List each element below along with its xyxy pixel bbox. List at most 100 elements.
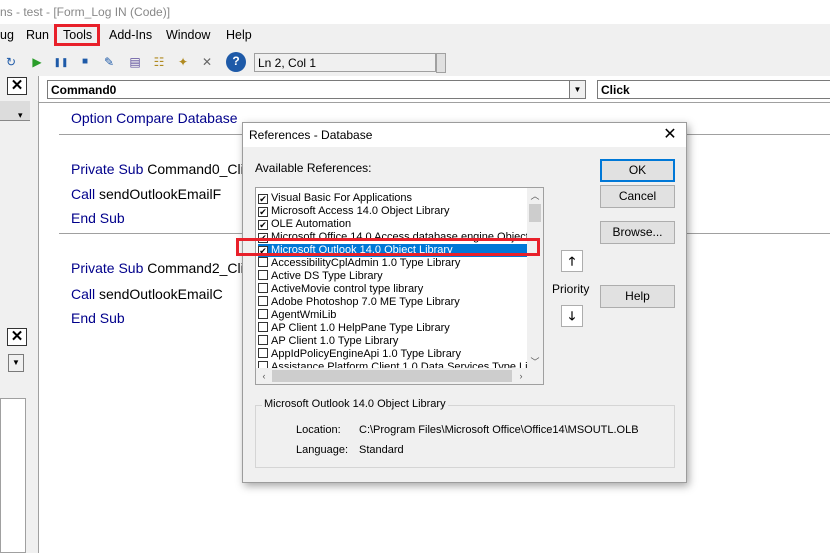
menu-help[interactable]: Help bbox=[226, 28, 252, 42]
code-line: End Sub bbox=[71, 310, 125, 326]
reference-item[interactable]: AP Client 1.0 HelpPane Type Library bbox=[258, 322, 528, 335]
reference-item[interactable]: ✔ Microsoft Access 14.0 Object Library bbox=[258, 205, 528, 218]
code-line: End Sub bbox=[71, 210, 125, 226]
menu-window[interactable]: Window bbox=[166, 28, 210, 42]
cancel-button[interactable]: Cancel bbox=[600, 185, 675, 208]
help-icon[interactable]: ? bbox=[226, 52, 246, 72]
checkbox-icon[interactable] bbox=[258, 348, 268, 358]
procedure-combo[interactable]: Click bbox=[597, 80, 830, 99]
window-title: ns - test - [Form_Log IN (Code)] bbox=[0, 0, 830, 24]
reference-item[interactable]: AccessibilityCplAdmin 1.0 Type Library bbox=[258, 257, 528, 270]
checkbox-checked-icon[interactable]: ✔ bbox=[258, 207, 268, 217]
chevron-down-icon[interactable]: ▼ bbox=[569, 81, 585, 98]
menu-add-ins-label: Add-Ins bbox=[109, 28, 153, 42]
references-dialog: References - Database ✕ Available Refere… bbox=[236, 122, 687, 483]
close-icon[interactable]: ✕ bbox=[7, 328, 27, 346]
checkbox-icon[interactable] bbox=[258, 283, 268, 293]
reference-label: AccessibilityCplAdmin 1.0 Type Library bbox=[271, 257, 461, 269]
references-list[interactable]: ✔ Visual Basic For Applications ✔ Microsoft… bbox=[255, 187, 544, 385]
scroll-down-icon[interactable]: ▾ bbox=[18, 110, 28, 120]
selected-reference-highlight-box bbox=[236, 238, 540, 256]
reference-label: ActiveMovie control type library bbox=[271, 283, 424, 295]
reference-label: AP Client 1.0 HelpPane Type Library bbox=[271, 322, 450, 334]
reference-item[interactable]: ✔ OLE Automation bbox=[258, 218, 528, 231]
project-explorer-icon[interactable]: ▤ bbox=[126, 53, 144, 71]
reference-label: Adobe Photoshop 7.0 ME Type Library bbox=[271, 296, 460, 308]
chevron-up-icon[interactable]: ︿ bbox=[527, 188, 543, 204]
horizontal-scrollbar[interactable]: ‹ › bbox=[256, 368, 529, 384]
reference-label: Active DS Type Library bbox=[271, 270, 383, 282]
available-references-label: Available References: bbox=[255, 161, 372, 175]
menu-window-label: Window bbox=[166, 28, 211, 42]
chevron-down-icon[interactable]: ▼ bbox=[8, 354, 24, 372]
dialog-title: References - Database bbox=[249, 128, 373, 142]
reference-label: OLE Automation bbox=[271, 218, 352, 230]
checkbox-icon[interactable] bbox=[258, 296, 268, 306]
code-line: Private Sub Command2_Click bbox=[71, 260, 258, 276]
priority-down-arrow-icon[interactable]: 🡓 bbox=[561, 305, 583, 327]
code-line: Call sendOutlookEmailC bbox=[71, 286, 223, 302]
scroll-thumb[interactable] bbox=[272, 370, 512, 382]
reference-label: Visual Basic For Applications bbox=[271, 192, 413, 204]
menu-run[interactable]: Run bbox=[26, 28, 49, 42]
menu-debug-label: ug bbox=[0, 28, 14, 42]
reference-item[interactable]: ActiveMovie control type library bbox=[258, 283, 528, 296]
reference-label: AP Client 1.0 Type Library bbox=[271, 335, 399, 347]
reference-label: Microsoft Access 14.0 Object Library bbox=[271, 205, 450, 217]
code-line: Private Sub Command0_Click bbox=[71, 161, 258, 177]
menu-debug[interactable]: ug bbox=[0, 28, 14, 42]
pause-icon[interactable]: ❚❚ bbox=[52, 53, 70, 71]
reference-label: AgentWmiLib bbox=[271, 309, 337, 321]
help-button[interactable]: Help bbox=[600, 285, 675, 308]
chevron-left-icon[interactable]: ‹ bbox=[256, 368, 272, 384]
menu-add-ins[interactable]: Add-Ins bbox=[109, 28, 152, 42]
reference-label: AppIdPolicyEngineApi 1.0 Type Library bbox=[271, 348, 461, 360]
menu-help-label: Help bbox=[226, 28, 252, 42]
reference-item[interactable]: Adobe Photoshop 7.0 ME Type Library bbox=[258, 296, 528, 309]
dialog-titlebar[interactable]: References - Database ✕ bbox=[243, 123, 686, 147]
close-icon[interactable]: ✕ bbox=[7, 77, 27, 95]
menu-bar: ug Run Tools Add-Ins Window Help bbox=[0, 24, 830, 48]
browse-button[interactable]: Browse... bbox=[600, 221, 675, 244]
location-value: C:\Program Files\Microsoft Office\Office… bbox=[359, 424, 639, 436]
scroll-thumb[interactable] bbox=[529, 204, 541, 222]
properties-icon[interactable]: ☷ bbox=[150, 53, 168, 71]
run-icon[interactable]: ▶ bbox=[28, 53, 46, 71]
reference-item[interactable]: AppIdPolicyEngineApi 1.0 Type Library bbox=[258, 348, 528, 361]
properties-pane bbox=[0, 398, 26, 553]
reference-item[interactable]: AgentWmiLib bbox=[258, 309, 528, 322]
reference-info-group: Microsoft Outlook 14.0 Object Library Lo… bbox=[255, 398, 675, 468]
toolbar-grip[interactable] bbox=[436, 53, 446, 73]
checkbox-checked-icon[interactable]: ✔ bbox=[258, 194, 268, 204]
left-panel: ✕ ▾ ✕ ▼ bbox=[0, 76, 30, 553]
toolbox-icon[interactable]: ✕ bbox=[198, 53, 216, 71]
checkbox-icon[interactable] bbox=[258, 270, 268, 280]
reference-item[interactable]: Active DS Type Library bbox=[258, 270, 528, 283]
redo-icon[interactable]: ↻ bbox=[2, 53, 20, 71]
cursor-position: Ln 2, Col 1 bbox=[254, 53, 436, 72]
checkbox-icon[interactable] bbox=[258, 257, 268, 267]
language-value: Standard bbox=[359, 444, 404, 456]
language-label: Language: bbox=[296, 444, 348, 456]
stop-icon[interactable]: ■ bbox=[76, 53, 94, 71]
object-combo-value: Command0 bbox=[51, 83, 117, 97]
checkbox-checked-icon[interactable]: ✔ bbox=[258, 220, 268, 230]
close-icon[interactable]: ✕ bbox=[660, 125, 680, 145]
checkbox-icon[interactable] bbox=[258, 309, 268, 319]
priority-up-arrow-icon[interactable]: 🡑 bbox=[561, 250, 583, 272]
scroll-corner bbox=[527, 368, 543, 384]
checkbox-icon[interactable] bbox=[258, 335, 268, 345]
code-line: Call sendOutlookEmailF bbox=[71, 186, 222, 202]
object-browser-icon[interactable]: ✦ bbox=[174, 53, 192, 71]
vertical-scrollbar[interactable]: ︿ ﹀ bbox=[527, 188, 543, 370]
ok-button[interactable]: OK bbox=[600, 159, 675, 182]
toolbar: ↻ ▶ ❚❚ ■ ✎ ▤ ☷ ✦ ✕ ? Ln 2, Col 1 bbox=[0, 50, 830, 76]
info-reference-name: Microsoft Outlook 14.0 Object Library bbox=[262, 398, 448, 410]
procedure-combo-value: Click bbox=[601, 83, 630, 97]
object-combo[interactable]: Command0 ▼ bbox=[47, 80, 586, 99]
design-mode-icon[interactable]: ✎ bbox=[100, 53, 118, 71]
reference-item[interactable]: AP Client 1.0 Type Library bbox=[258, 335, 528, 348]
reference-item[interactable]: ✔ Visual Basic For Applications bbox=[258, 192, 528, 205]
checkbox-icon[interactable] bbox=[258, 322, 268, 332]
tools-highlight-box bbox=[54, 24, 100, 46]
